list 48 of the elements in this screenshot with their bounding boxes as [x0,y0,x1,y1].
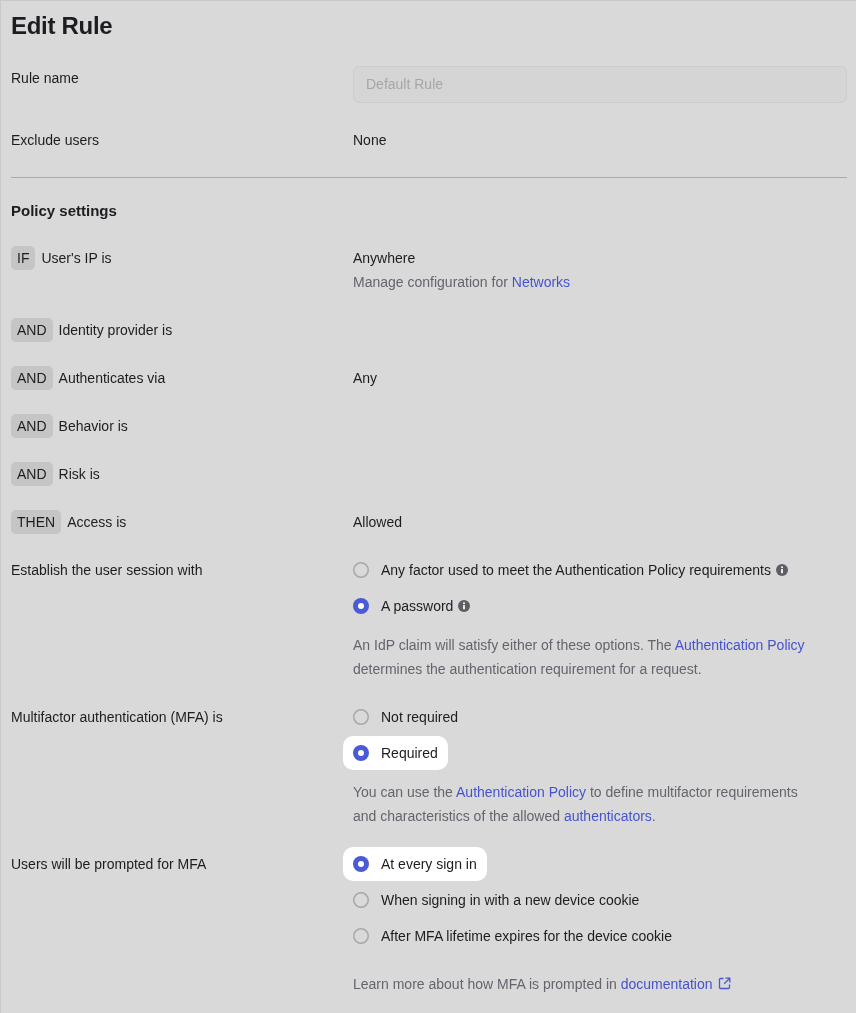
radio-button[interactable] [353,598,369,614]
radio-button[interactable] [353,928,369,944]
option-label[interactable]: After MFA lifetime expires for the device cookie [381,924,672,948]
option-label[interactable]: Required [381,741,438,765]
help-text: Manage configuration for Networks [353,273,571,292]
condition-label: Access is [67,513,127,532]
condition-value: Any [353,369,378,388]
keyword-badge: AND [11,366,53,390]
highlighted-option[interactable]: Required [343,736,448,770]
condition-label: Risk is [58,465,100,484]
option-label[interactable]: When signing in with a new device cookie [381,888,640,912]
help-text: An IdP claim will satisfy either of these options. The Authentication Policy determines the authentication requirement for a request. [353,636,806,679]
condition-label: Authenticates via [58,369,166,388]
help-text: Learn more about how MFA is prompted in documentation [353,972,731,996]
radio-button[interactable] [353,892,369,908]
section-heading: Policy settings [11,201,117,221]
help-text: You can use the Authentication Policy to define multifactor requirements and characteristics of the allowed authenticators. [353,783,799,826]
link[interactable]: Authentication Policy [674,637,805,653]
keyword-badge: THEN [11,510,62,534]
field-label: Rule name [11,69,79,88]
link[interactable]: authenticators [563,808,652,824]
keyword-badge: AND [11,462,53,486]
highlighted-option[interactable]: At every sign in [343,847,487,881]
condition-value: Anywhere [353,249,416,268]
radio-button[interactable] [353,709,369,725]
option-label[interactable]: A password [381,594,454,618]
condition-label: Behavior is [58,417,128,436]
radio-button[interactable] [353,562,369,578]
link[interactable]: documentation [620,976,731,992]
condition-label: User's IP is [41,249,112,268]
setting-label: Establish the user session with [11,561,203,580]
keyword-badge: IF [11,246,36,270]
radio-button[interactable] [353,745,369,761]
option-label[interactable]: Not required [381,705,459,729]
condition-value: Allowed [353,513,403,532]
setting-label: Multifactor authentication (MFA) is [11,708,223,727]
keyword-badge: AND [11,414,53,438]
link[interactable]: Authentication Policy [456,784,586,800]
page-title: Edit Rule [11,11,113,41]
option-label[interactable]: At every sign in [381,852,477,876]
keyword-badge: AND [11,318,53,342]
radio-button[interactable] [353,856,369,872]
link[interactable]: Networks [511,274,571,290]
setting-label: Users will be prompted for MFA [11,855,207,874]
option-label[interactable]: Any factor used to meet the Authentication Policy requirements [381,558,771,582]
field-value: None [353,131,388,150]
field-label: Exclude users [11,131,99,150]
condition-label: Identity provider is [58,321,173,340]
